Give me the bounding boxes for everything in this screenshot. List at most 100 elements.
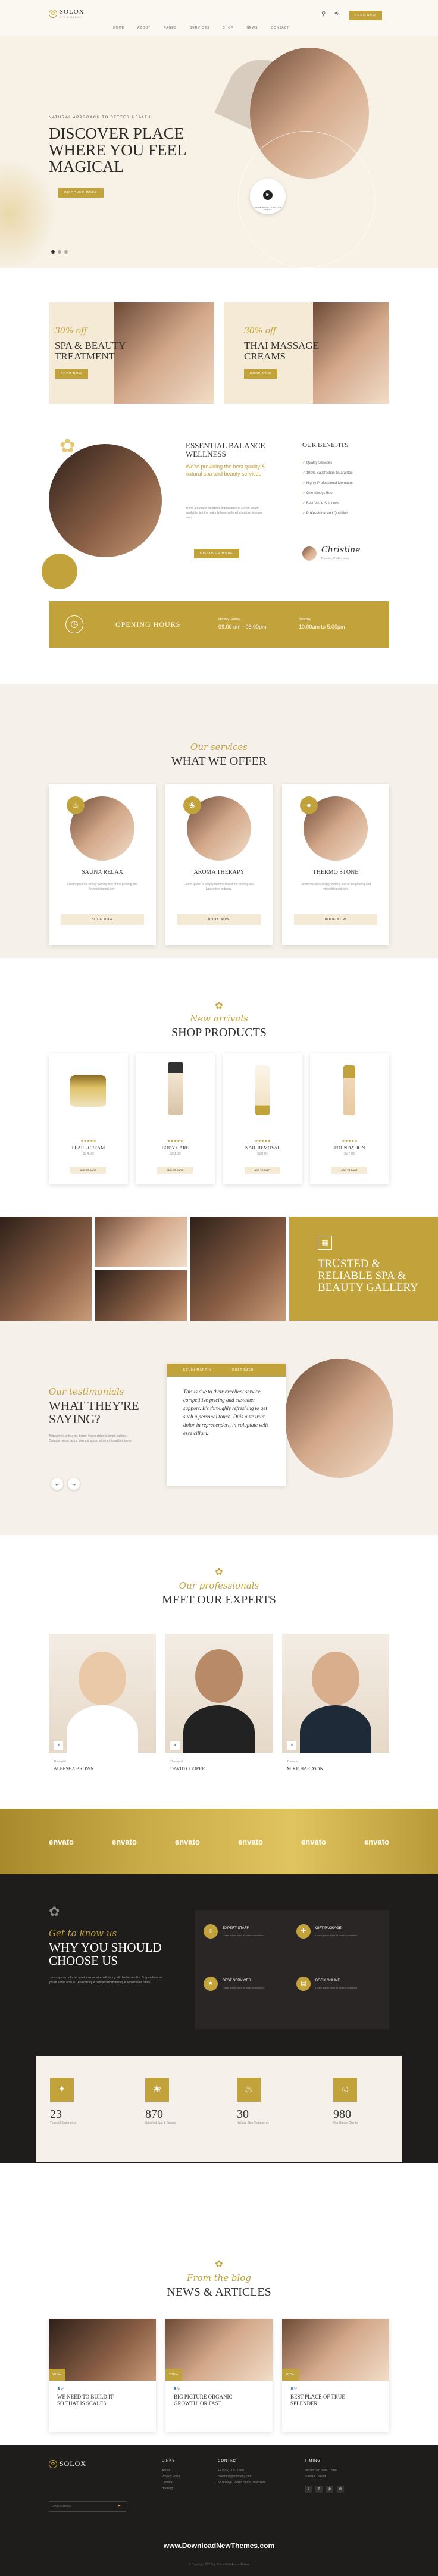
twitter-icon[interactable]: t [305,2486,312,2493]
add-to-cart-button-3[interactable]: ADD TO CART [245,1167,280,1174]
shop-title: SHOP PRODUCTS [171,1026,267,1039]
pinterest-icon[interactable]: p [326,2486,333,2493]
product-card-3[interactable]: ★★★★★ NAIL REMOVAL $20.00 ADD TO CART [223,1053,302,1184]
offer-desc-3: Lorem Ipsum is simply dummy text of the … [300,883,371,891]
footer-link[interactable]: Privacy Policy [162,2474,180,2480]
gallery-image-4[interactable] [190,1217,286,1321]
slider-dot-1[interactable] [51,250,55,254]
share-icon[interactable]: < [54,1741,63,1750]
slider-dot-2[interactable] [58,250,61,254]
promo-section: 30% off SPA & BEAUTY TREATMENT BOOK NOW … [0,302,438,404]
about-section: ✿ ESSENTIAL BALANCE WELLNESS We're provi… [0,434,438,589]
gallery-image-2[interactable] [95,1217,187,1267]
offer-card-1[interactable]: ♨ SAUNA RELAX Lorem Ipsum is simply dumm… [49,784,156,945]
product-card-2[interactable]: ★★★★★ BODY CARE $29.00 ADD TO CART [136,1053,215,1184]
nav-item-news[interactable]: NEWS [246,26,258,30]
nav-item-contact[interactable]: CONTACT [271,26,289,30]
news-date-3: 20 Dec [282,2369,299,2381]
offer-card-3[interactable]: ● THERMO STONE Lorem Ipsum is simply dum… [282,784,389,945]
social-icons: t f p ◎ [305,2486,344,2493]
promo-book-button-2[interactable]: BOOK NOW [244,369,278,379]
logo[interactable]: ✿ SOLOX SPA & BEAUTY [49,8,85,18]
send-icon[interactable]: ➤ [117,2503,121,2508]
promo-card-1[interactable]: 30% off SPA & BEAUTY TREATMENT BOOK NOW [49,302,214,404]
newsletter-email-input[interactable] [49,2502,115,2511]
header-book-button[interactable]: BOOK NOW [349,11,383,20]
footer-link[interactable]: About [162,2468,180,2474]
user-icon: 👤 [57,2387,60,2390]
gallery-image-3[interactable] [95,1270,187,1321]
facebook-icon[interactable]: f [315,2486,323,2493]
expert-card-2[interactable]: < Therapist DAVID COOPER [165,1634,273,1777]
product-price-3: $20.00 [257,1152,268,1156]
promo-pct-2: 30% off [244,326,276,336]
why-script: Get to know us [49,1928,117,1939]
gallery-image-1[interactable] [0,1217,92,1321]
check-icon: ✓ [302,461,306,465]
hours-time-2: 10.00am to 5.00pm [299,624,345,630]
nav-item-services[interactable]: SERVICES [190,26,209,30]
expert-name-1: ALEESHA BROWN [54,1766,94,1771]
offer-book-button-3[interactable]: BOOK NOW [294,914,377,925]
nav-item-home[interactable]: HOME [113,26,124,30]
share-icon[interactable]: < [287,1741,296,1750]
phone-text[interactable]: +1 (555) 000 - 0000 [218,2468,265,2474]
footer-link[interactable]: Contact [162,2480,180,2486]
nav-item-pages[interactable]: PAGES [164,26,177,30]
hero-discover-button[interactable]: DISCOVER MORE [58,188,104,198]
brand-logo: envato [301,1837,326,1846]
feature-best-services: ★ BEST SERVICES Lorem ipsum dolor sit am… [204,1977,265,1991]
slider-dot-3[interactable] [64,250,68,254]
news-meta-2: 👤 💬 [174,2387,180,2390]
add-to-cart-button-2[interactable]: ADD TO CART [157,1167,193,1174]
benefit-item: ✓ Professional and Qualified [302,512,348,515]
clock-icon: ◷ [65,615,83,633]
news-card-3[interactable]: 20 Dec 👤 💬 BEST PLACE OF TRUE SPLENDER [282,2319,389,2432]
share-icon[interactable]: < [170,1741,180,1750]
add-to-cart-button-4[interactable]: ADD TO CART [331,1167,367,1174]
product-stars-2: ★★★★★ [167,1140,183,1143]
nav-item-about[interactable]: ABOUT [137,26,151,30]
product-card-1[interactable]: ★★★★★ PEARL CREAM $14.00 ADD TO CART [49,1053,128,1184]
footer-logo[interactable]: ✿ SOLOX [49,2459,86,2468]
offer-book-button-2[interactable]: BOOK NOW [177,914,261,925]
expert-card-3[interactable]: < Therapist MIKE HARDSON [282,1634,389,1777]
instagram-icon[interactable]: ◎ [337,2486,344,2493]
expert-card-1[interactable]: < Therapist ALEESHA BROWN [49,1634,156,1777]
promo-book-button-1[interactable]: BOOK NOW [55,369,89,379]
promo-card-2[interactable]: 30% off THAI MASSAGE CREAMS BOOK NOW [224,302,389,404]
footer-link[interactable]: Booking [162,2486,180,2491]
hours-days-2: Saturday [299,618,311,621]
treatment-icon: ♨ [237,2078,261,2102]
news-card-1[interactable]: 20 Dec 👤 💬 WE NEED TO BUILD IT SO THAT I… [49,2319,156,2432]
benefit-item: ✓ Quality Services [302,461,333,465]
brand-logo: envato [238,1837,263,1846]
nav-item-shop[interactable]: SHOP [223,26,233,30]
next-arrow-button[interactable]: → [68,1478,80,1490]
news-card-2[interactable]: 20 Dec 👤 💬 BIG PICTURE ORGANIC GROWTH, O… [165,2319,273,2432]
prev-arrow-button[interactable]: ← [51,1478,63,1490]
promo-title-1: SPA & BEAUTY TREATMENT [55,340,126,362]
stat-item: ♨ 30 Natural Skin Treatments [237,2078,269,2125]
news-post-title-1: WE NEED TO BUILD IT SO THAT IS SCALES [57,2394,114,2406]
email-text[interactable]: needhelp@company.com [218,2474,265,2480]
about-gold-circle [42,554,77,589]
about-discover-button[interactable]: DISCOVER MORE [194,549,239,558]
cart-icon[interactable]: ⛍ [334,11,340,18]
expert-role-3: Therapist [287,1760,299,1764]
calendar-icon: ▤ [296,1977,311,1991]
product-name-4: FOUNDATION [334,1145,365,1151]
offer-book-button-1[interactable]: BOOK NOW [61,914,144,925]
hero-video-badge[interactable]: ▶ SPA & BEAUTY • WATCH VIDEO • [250,179,286,214]
add-to-cart-button-1[interactable]: ADD TO CART [70,1167,106,1174]
news-post-title-3: BEST PLACE OF TRUE SPLENDER [290,2394,345,2406]
why-title: WHY YOU SHOULD CHOOSE US [49,1940,162,1968]
brand-logo: envato [364,1837,389,1846]
testimonial-name: KEVIN MARTIN [183,1368,212,1372]
check-icon: ✓ [302,512,306,515]
search-icon[interactable]: ⚲ [321,11,326,17]
product-card-4[interactable]: ★★★★★ FOUNDATION $27.00 ADD TO CART [310,1053,389,1184]
feature-book-online: ▤ BOOK ONLINE Lorem ipsum dolor sit amet… [296,1977,358,1991]
news-flower-icon: ✿ [215,2259,223,2269]
offer-card-2[interactable]: ❀ AROMA THERAPY Lorem Ipsum is simply du… [165,784,273,945]
